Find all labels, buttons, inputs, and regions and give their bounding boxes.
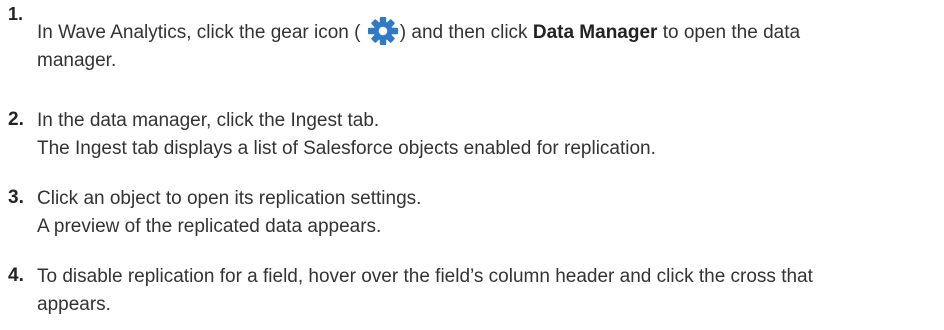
step-text: Click an object to open its replication … [37,185,937,241]
step-number: 1. [8,4,24,24]
step-line-2: manager. [37,50,117,71]
step-line: In Wave Analytics, click the gear icon ( [37,17,937,47]
step-number: 2. [8,109,24,130]
step-text-after-icon: ) and then click [399,22,528,43]
step-number: 4. [8,265,24,286]
step-line-2: A preview of the replicated data appears… [37,216,382,237]
data-manager-label: Data Manager [532,22,658,43]
step-line-2: appears. [37,294,111,315]
step-line-1: To disable replication for a field, hove… [37,266,813,287]
step-text-end: to open the data [662,22,801,43]
gear-icon [366,17,400,45]
step-text: In the data manager, click the Ingest ta… [37,107,937,163]
step-text-before-icon: In Wave Analytics, click the gear icon ( [37,22,361,43]
step-text: To disable replication for a field, hove… [37,263,937,319]
instruction-steps: 1. In Wave Analytics, click the gear ico… [0,0,944,330]
step-line-2: The Ingest tab displays a list of Salesf… [37,138,656,159]
step-text: In Wave Analytics, click the gear icon ( [37,17,937,75]
step-line-1: In the data manager, click the Ingest ta… [37,110,380,131]
step-number: 3. [8,187,24,208]
step-line-1: Click an object to open its replication … [37,188,422,209]
